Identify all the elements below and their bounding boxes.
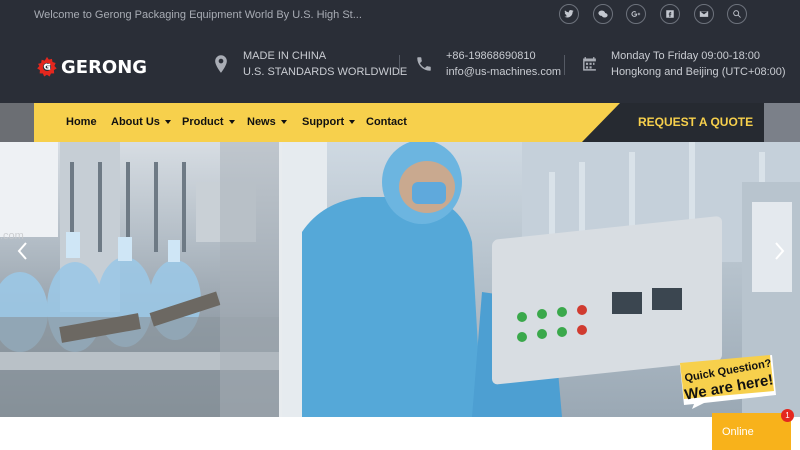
calendar-icon: [581, 55, 598, 77]
nav-product[interactable]: Product: [182, 116, 235, 128]
nav-home-label: Home: [66, 116, 97, 128]
nav-news-label: News: [247, 116, 276, 128]
nav-support[interactable]: Support: [302, 116, 356, 128]
online-label: Online: [722, 426, 754, 438]
site-header: GERONG MADE IN CHINA U.S. STANDARDS WORL…: [0, 30, 800, 103]
navigation-bar: Home About Us Product News Support Conta…: [0, 103, 800, 142]
info-divider: [564, 55, 565, 75]
slide-image-water-bottling: .com: [0, 142, 280, 417]
unread-count-badge: 1: [781, 409, 794, 422]
location-line1: MADE IN CHINA: [243, 50, 327, 62]
chevron-down-icon: [349, 120, 356, 124]
brand-logo[interactable]: GERONG: [36, 56, 147, 78]
slider-next-arrow[interactable]: [770, 240, 788, 262]
request-quote-label: REQUEST A QUOTE: [638, 115, 754, 129]
search-icon[interactable]: [727, 4, 747, 24]
location-pin-icon: [214, 55, 228, 78]
email-address[interactable]: info@us-machines.com: [446, 66, 561, 78]
info-divider: [399, 55, 400, 75]
hours-line2: Hongkong and Beijing (UTC+08:00): [611, 66, 786, 78]
nav-about-us[interactable]: About Us: [111, 116, 171, 128]
quick-question-badge[interactable]: Quick Question? We are here!: [674, 355, 778, 409]
location-line2: U.S. STANDARDS WORLDWIDE: [243, 66, 408, 78]
chevron-right-icon: [775, 242, 785, 260]
logo-text: GERONG: [61, 56, 148, 78]
chevron-down-icon: [164, 120, 171, 124]
gear-logo-icon: [37, 56, 57, 77]
top-bar: Welcome to Gerong Packaging Equipment Wo…: [0, 0, 800, 30]
nav-about-us-label: About Us: [111, 116, 160, 128]
chevron-down-icon: [280, 120, 287, 124]
facebook-icon[interactable]: [660, 4, 680, 24]
slider-prev-arrow[interactable]: [14, 240, 32, 262]
welcome-text: Welcome to Gerong Packaging Equipment Wo…: [34, 9, 362, 21]
nav-contact[interactable]: Contact: [366, 116, 407, 128]
water-bottling-illustration: [0, 142, 280, 417]
wechat-icon[interactable]: [593, 4, 613, 24]
nav-home[interactable]: Home: [66, 116, 97, 128]
hours-line1: Monday To Friday 09:00-18:00: [611, 50, 760, 62]
nav-news[interactable]: News: [247, 116, 287, 128]
nav-product-label: Product: [182, 116, 224, 128]
nav-support-label: Support: [302, 116, 345, 128]
nav-contact-label: Contact: [366, 116, 407, 128]
chevron-left-icon: [17, 242, 27, 260]
phone-number[interactable]: +86-19868690810: [446, 50, 536, 62]
online-chat-button[interactable]: Online: [712, 413, 791, 450]
nav-right-edge: [764, 103, 800, 142]
phone-icon: [415, 55, 433, 78]
twitter-icon[interactable]: [559, 4, 579, 24]
google-plus-icon[interactable]: [626, 4, 646, 24]
email-icon[interactable]: [694, 4, 714, 24]
chevron-down-icon: [228, 120, 235, 124]
